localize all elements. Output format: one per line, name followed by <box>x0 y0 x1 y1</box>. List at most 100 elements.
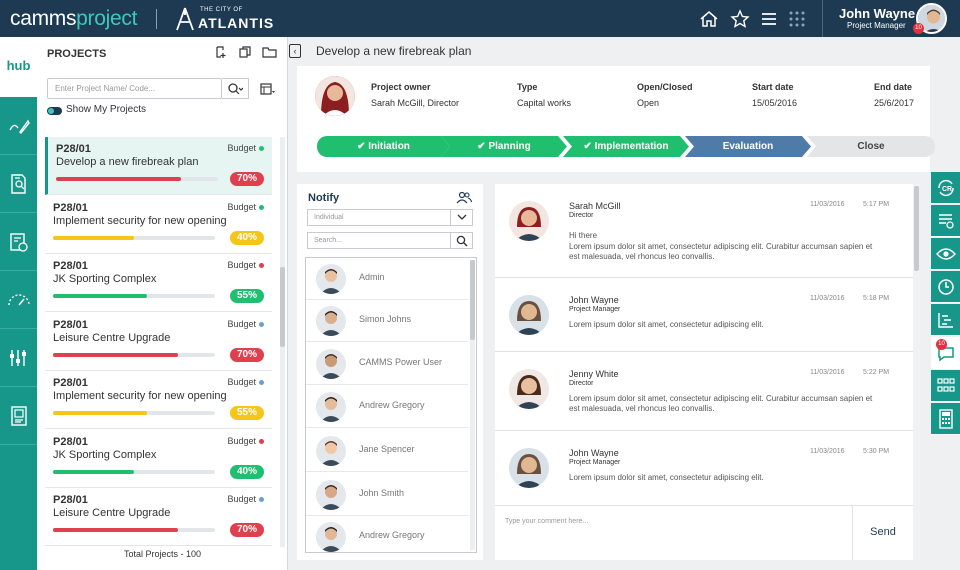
progress-fill <box>53 528 178 532</box>
progress-fill <box>53 470 134 474</box>
user-menu[interactable]: John Wayne Project Manager <box>822 0 823 37</box>
commenter-avatar <box>509 448 549 488</box>
tasks-button[interactable] <box>931 205 960 237</box>
notification-badge[interactable]: 10 <box>913 23 924 34</box>
notify-title: Notify <box>308 192 339 204</box>
apps-grid-icon[interactable] <box>787 9 807 29</box>
notify-type-select[interactable]: Individual <box>307 209 473 226</box>
project-card[interactable]: P28/01Leisure Centre UpgradeBudget70% <box>45 313 272 371</box>
notify-person[interactable]: CAMMS Power User <box>306 343 468 385</box>
modules-button[interactable] <box>931 370 960 402</box>
notify-person[interactable]: Simon Johns <box>306 300 468 342</box>
comments-button[interactable]: 10 <box>931 337 960 369</box>
comment-time: 5:18 PM <box>863 295 889 302</box>
project-code: P28/01 <box>53 260 88 272</box>
notify-person[interactable]: Admin <box>306 258 468 300</box>
gauge-icon <box>7 291 31 309</box>
progress-fill <box>53 353 178 357</box>
stage-close[interactable]: Close <box>807 136 935 157</box>
budget-label: Budget <box>227 143 256 153</box>
comment-date: 11/03/2016 <box>810 201 845 208</box>
folder-icon[interactable] <box>262 45 277 59</box>
list-refresh-icon <box>937 212 955 230</box>
person-name: Andrew Gregory <box>359 400 425 410</box>
nav-document-search-item[interactable] <box>0 155 37 213</box>
progress-fill <box>53 411 147 415</box>
check-icon: ✔ <box>477 141 488 152</box>
project-card[interactable]: P28/01Implement security for new opening… <box>45 371 272 429</box>
users-icon[interactable] <box>456 191 472 204</box>
nav-dashboard-item[interactable] <box>0 271 37 329</box>
notify-person[interactable]: Jane Spencer <box>306 430 468 472</box>
stage-progress: ✔ Initiation✔ Planning✔ ImplementationEv… <box>317 136 931 157</box>
star-icon[interactable] <box>730 9 750 29</box>
copy-project-icon[interactable] <box>238 45 252 59</box>
nav-edit-item[interactable] <box>0 97 37 155</box>
stage-planning[interactable]: ✔ Planning <box>441 136 567 157</box>
budget-label: Budget <box>227 436 256 446</box>
add-project-icon[interactable] <box>214 45 228 59</box>
gantt-button[interactable] <box>931 304 960 336</box>
comments-scrollbar[interactable] <box>913 184 920 560</box>
stage-implementation[interactable]: ✔ Implementation <box>563 136 689 157</box>
comment-greeting: Hi there <box>569 231 879 241</box>
commenter-name: Jenny White <box>569 369 619 379</box>
header-divider <box>156 9 157 29</box>
notify-search-button[interactable] <box>450 233 472 248</box>
stage-evaluation[interactable]: Evaluation <box>685 136 811 157</box>
grid-icon <box>937 378 955 394</box>
commenter-role: Director <box>569 212 594 219</box>
filter-list-icon[interactable] <box>259 82 275 96</box>
project-card[interactable]: P28/01Develop a new firebreak planBudget… <box>45 137 272 195</box>
progress-percent: 40% <box>230 231 264 245</box>
notify-person[interactable]: Andrew Gregory <box>306 516 468 553</box>
budget-status-dot <box>259 322 264 327</box>
view-button[interactable] <box>931 238 960 270</box>
send-button[interactable]: Send <box>852 506 913 560</box>
collapse-panel-button[interactable]: ‹ <box>289 44 301 58</box>
dropdown-button[interactable] <box>450 210 472 225</box>
project-card[interactable]: P28/01JK Sporting ComplexBudget40% <box>45 430 272 488</box>
commenter-role: Director <box>569 380 594 387</box>
project-name: Leisure Centre Upgrade <box>53 332 170 344</box>
project-search-button[interactable] <box>222 78 249 99</box>
history-button[interactable] <box>931 271 960 303</box>
project-card[interactable]: P28/01JK Sporting ComplexBudget55% <box>45 254 272 312</box>
hub-nav-item[interactable]: hub <box>0 37 37 97</box>
project-search-input[interactable]: Enter Project Name/ Code... <box>47 78 222 99</box>
project-list-scrollbar[interactable] <box>280 137 285 547</box>
scrollbar-thumb[interactable] <box>280 267 285 347</box>
chevron-down-icon <box>457 214 467 221</box>
start-date-label: Start date <box>752 82 797 92</box>
camms-logo[interactable]: cammsproject <box>10 7 137 31</box>
project-name: Implement security for new opening <box>53 390 227 402</box>
comment-input[interactable]: Type your comment here... <box>495 506 852 560</box>
comment-text: Lorem ipsum dolor sit amet, consectetur … <box>569 320 879 330</box>
notify-search-input[interactable]: Search... <box>307 232 473 249</box>
menu-icon[interactable] <box>759 9 779 29</box>
project-code: P28/01 <box>53 494 88 506</box>
nav-report-item[interactable] <box>0 387 37 445</box>
nav-settings-item[interactable] <box>0 329 37 387</box>
scrollbar-thumb[interactable] <box>914 186 919 271</box>
home-icon[interactable] <box>699 9 719 29</box>
change-request-button[interactable]: CR <box>931 172 960 204</box>
budget-status-dot <box>259 146 264 151</box>
nav-calendar-item[interactable] <box>0 213 37 271</box>
person-avatar <box>316 306 346 336</box>
project-card[interactable]: P28/01Leisure Centre UpgradeBudget70% <box>45 488 272 546</box>
notify-person[interactable]: John Smith <box>306 474 468 516</box>
show-my-projects-toggle[interactable] <box>47 107 62 115</box>
comment-text: Lorem ipsum dolor sit amet, consectetur … <box>569 394 879 414</box>
calculator-button[interactable] <box>931 403 960 435</box>
notify-person[interactable]: Andrew Gregory <box>306 386 468 428</box>
stage-initiation[interactable]: ✔ Initiation <box>317 136 450 157</box>
pencil-icon <box>8 118 30 134</box>
gantt-icon <box>937 311 955 329</box>
project-card[interactable]: P28/01Implement security for new opening… <box>45 196 272 254</box>
project-name: Implement security for new opening <box>53 215 227 227</box>
people-list-scrollbar[interactable] <box>470 260 475 550</box>
user-role: Project Manager <box>847 21 906 30</box>
scrollbar-thumb[interactable] <box>470 260 475 340</box>
search-icon <box>456 235 468 247</box>
